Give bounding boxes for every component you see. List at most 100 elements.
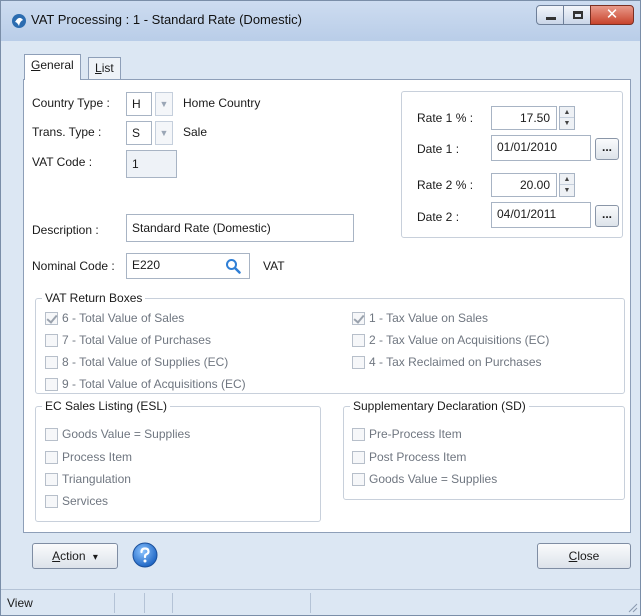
vat-return-boxes-group: VAT Return Boxes 6 - Total Value of Sale… <box>35 291 625 394</box>
checkbox-row[interactable]: 6 - Total Value of Sales <box>45 311 184 325</box>
esl-goods-value-checkbox[interactable] <box>45 427 58 441</box>
search-icon[interactable] <box>225 258 241 274</box>
rate1-spinner[interactable]: ▲ ▼ <box>559 106 575 130</box>
date2-label: Date 2 : <box>417 210 460 224</box>
box9-checkbox[interactable] <box>45 377 58 391</box>
rate2-input[interactable]: 20.00 <box>491 173 557 197</box>
vat-code-label: VAT Code : <box>32 155 93 169</box>
esl-process-item-checkbox[interactable] <box>45 450 58 464</box>
window-title: VAT Processing : 1 - Standard Rate (Dome… <box>31 12 302 27</box>
trans-type-dropdown-icon[interactable]: ▼ <box>155 121 173 145</box>
checkbox-row[interactable]: Services <box>45 494 108 508</box>
action-button[interactable]: Action ▾ <box>32 543 118 569</box>
nominal-code-description: VAT <box>263 259 285 273</box>
maximize-button[interactable] <box>563 5 591 25</box>
vat-processing-window: VAT Processing : 1 - Standard Rate (Dome… <box>0 0 641 616</box>
esl-triangulation-label: Triangulation <box>62 472 131 486</box>
help-icon[interactable] <box>132 542 158 568</box>
box4-checkbox[interactable] <box>352 355 365 369</box>
box7-checkbox[interactable] <box>45 333 58 347</box>
action-hotkey: A <box>52 549 61 563</box>
resize-grip-icon[interactable] <box>626 601 638 613</box>
close-label: lose <box>577 549 600 563</box>
sd-goods-value-checkbox[interactable] <box>352 472 365 486</box>
checkbox-row[interactable]: Pre-Process Item <box>352 427 462 441</box>
spin-up-icon[interactable]: ▲ <box>560 107 574 118</box>
date2-browse-button[interactable]: ... <box>595 205 619 227</box>
date2-input[interactable]: 04/01/2011 <box>491 202 591 228</box>
tab-general[interactable]: General <box>24 54 81 80</box>
trans-type-select[interactable]: S <box>126 121 152 145</box>
spin-up-icon[interactable]: ▲ <box>560 174 574 185</box>
checkbox-row[interactable]: 1 - Tax Value on Sales <box>352 311 488 325</box>
rate2-spinner[interactable]: ▲ ▼ <box>559 173 575 197</box>
general-panel: Country Type : H ▼ Home Country Trans. T… <box>23 79 631 533</box>
country-type-dropdown-icon[interactable]: ▼ <box>155 92 173 116</box>
box8-checkbox[interactable] <box>45 355 58 369</box>
box6-checkbox[interactable] <box>45 311 58 325</box>
description-input[interactable]: Standard Rate (Domestic) <box>126 214 354 242</box>
box1-label: 1 - Tax Value on Sales <box>369 311 488 325</box>
country-type-label: Country Type : <box>32 96 110 110</box>
minimize-button[interactable] <box>536 5 564 25</box>
status-separator <box>172 593 173 613</box>
esl-title: EC Sales Listing (ESL) <box>42 399 171 413</box>
box6-label: 6 - Total Value of Sales <box>62 311 185 325</box>
status-separator <box>114 593 115 613</box>
close-button[interactable]: Close <box>537 543 631 569</box>
country-type-select[interactable]: H <box>126 92 152 116</box>
checkbox-row[interactable]: Process Item <box>45 450 132 464</box>
date1-label: Date 1 : <box>417 142 460 156</box>
sd-post-process-label: Post Process Item <box>369 450 467 464</box>
checkbox-row[interactable]: Triangulation <box>45 472 131 486</box>
esl-group: EC Sales Listing (ESL) Goods Value = Sup… <box>35 399 321 522</box>
checkbox-row[interactable]: 9 - Total Value of Acquisitions (EC) <box>45 377 246 391</box>
checkbox-row[interactable]: 7 - Total Value of Purchases <box>45 333 211 347</box>
nominal-code-label: Nominal Code : <box>32 259 115 273</box>
title-bar[interactable]: VAT Processing : 1 - Standard Rate (Dome… <box>1 1 640 41</box>
esl-triangulation-checkbox[interactable] <box>45 472 58 486</box>
box7-label: 7 - Total Value of Purchases <box>62 333 211 347</box>
tab-general-hotkey: G <box>31 58 41 72</box>
tab-list[interactable]: List <box>88 57 121 79</box>
description-label: Description : <box>32 223 99 237</box>
sd-pre-process-checkbox[interactable] <box>352 427 365 441</box>
box1-checkbox[interactable] <box>352 311 365 325</box>
status-text: View <box>7 596 33 610</box>
spin-down-icon[interactable]: ▼ <box>560 185 574 196</box>
chevron-down-icon: ▾ <box>92 552 98 563</box>
esl-services-label: Services <box>62 494 109 508</box>
sd-title: Supplementary Declaration (SD) <box>350 399 529 413</box>
checkbox-row[interactable]: 8 - Total Value of Supplies (EC) <box>45 355 228 369</box>
close-window-button[interactable]: ✕ <box>590 5 634 25</box>
checkbox-row[interactable]: Goods Value = Supplies <box>45 427 190 441</box>
box9-label: 9 - Total Value of Acquisitions (EC) <box>62 377 246 391</box>
app-icon <box>12 14 26 28</box>
date1-browse-button[interactable]: ... <box>595 138 619 160</box>
status-bar: View <box>1 589 640 615</box>
checkbox-row[interactable]: Post Process Item <box>352 450 466 464</box>
checkbox-row[interactable]: Goods Value = Supplies <box>352 472 497 486</box>
esl-goods-value-label: Goods Value = Supplies <box>62 427 191 441</box>
box2-checkbox[interactable] <box>352 333 365 347</box>
rate1-input[interactable]: 17.50 <box>491 106 557 130</box>
sd-goods-value-label: Goods Value = Supplies <box>369 472 498 486</box>
date1-input[interactable]: 01/01/2010 <box>491 135 591 161</box>
status-separator <box>310 593 311 613</box>
tab-general-label: eneral <box>40 58 74 72</box>
checkbox-row[interactable]: 4 - Tax Reclaimed on Purchases <box>352 355 542 369</box>
checkbox-row[interactable]: 2 - Tax Value on Acquisitions (EC) <box>352 333 549 347</box>
tab-list-label: ist <box>101 61 114 75</box>
box8-label: 8 - Total Value of Supplies (EC) <box>62 355 229 369</box>
sd-group: Supplementary Declaration (SD) Pre-Proce… <box>343 399 625 500</box>
close-icon: ✕ <box>605 6 619 23</box>
esl-services-checkbox[interactable] <box>45 494 58 508</box>
trans-type-description: Sale <box>183 125 208 139</box>
sd-post-process-checkbox[interactable] <box>352 450 365 464</box>
caption-buttons: ✕ <box>536 5 634 25</box>
spin-down-icon[interactable]: ▼ <box>560 118 574 129</box>
country-type-description: Home Country <box>183 96 261 110</box>
rate1-label: Rate 1 % : <box>417 111 474 125</box>
box2-label: 2 - Tax Value on Acquisitions (EC) <box>369 333 550 347</box>
box4-label: 4 - Tax Reclaimed on Purchases <box>369 355 542 369</box>
